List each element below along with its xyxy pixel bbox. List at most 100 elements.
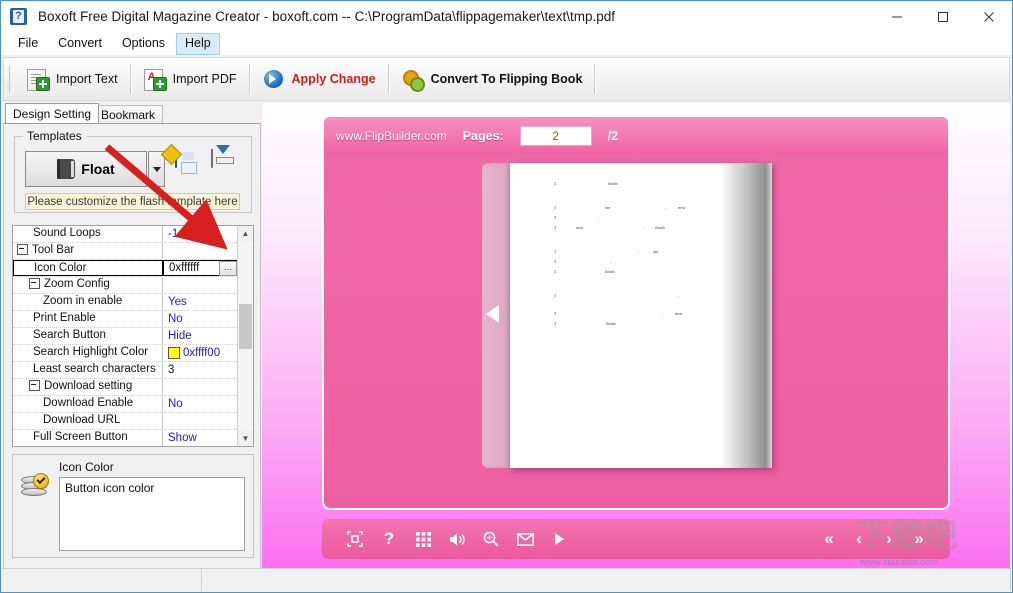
property-value[interactable]: Hide — [163, 328, 239, 344]
scroll-down-icon[interactable]: ▼ — [238, 431, 253, 446]
menu-bar: File Convert Options Help — [1, 32, 1012, 55]
property-value[interactable]: No — [163, 311, 239, 327]
save-template-button[interactable] — [175, 150, 203, 178]
property-grid-rows: Sound Loops -1 Tool Bar Icon Color 0xffffff …… — [13, 226, 239, 447]
chevron-down-icon — [153, 167, 161, 172]
template-select[interactable]: Float — [25, 151, 147, 187]
property-value[interactable]: 0xffff00 — [163, 345, 239, 361]
property-name: Full Screen Button — [13, 430, 163, 446]
close-button[interactable] — [966, 1, 1012, 32]
menu-file[interactable]: File — [9, 33, 47, 55]
book-right-page[interactable]: 3finish1see,next3,3next,finish1,see3,3fi… — [510, 163, 772, 468]
property-row[interactable]: Full Screen ButtonShow — [13, 430, 239, 447]
property-name-label: Download URL — [43, 414, 120, 426]
tab-bookmark[interactable]: Bookmark — [93, 105, 163, 123]
property-value[interactable]: 0xffffff … — [163, 260, 239, 276]
page-text-fragment: , — [665, 205, 666, 210]
property-name-label: Download Enable — [43, 397, 133, 409]
property-row[interactable]: Sound Loops -1 — [13, 226, 239, 243]
flipbook-toolbar: ? — [322, 519, 950, 559]
convert-to-flipping-book-button[interactable]: Convert To Flipping Book — [392, 62, 593, 96]
minimize-button[interactable] — [874, 1, 920, 32]
import-pdf-button[interactable]: Import PDF — [134, 62, 247, 96]
thumbnails-icon[interactable] — [406, 519, 440, 559]
gears-icon — [402, 68, 424, 90]
menu-options[interactable]: Options — [113, 33, 174, 55]
book-icon — [57, 159, 75, 179]
prev-page-icon[interactable]: ‹ — [844, 519, 874, 559]
property-name-label: Tool Bar — [32, 244, 74, 256]
page-text-fragment: 3 — [554, 215, 556, 220]
fullscreen-icon[interactable] — [338, 519, 372, 559]
apply-change-button[interactable]: Apply Change — [253, 62, 386, 96]
page-text-fragment: , — [638, 249, 639, 254]
property-value-label: Yes — [168, 295, 187, 310]
design-setting-tab-body: Templates Float Please customize the fla… — [3, 123, 261, 569]
import-text-button[interactable]: Import Text — [17, 62, 128, 96]
page-number-input[interactable]: 2 — [520, 126, 592, 146]
property-value[interactable]: 3 — [163, 362, 239, 378]
triangle-left-icon[interactable] — [486, 305, 499, 323]
property-row[interactable]: Search Button Hide — [13, 328, 239, 345]
maximize-button[interactable] — [920, 1, 966, 32]
first-page-icon[interactable]: « — [814, 519, 844, 559]
apply-change-label: Apply Change — [292, 72, 376, 86]
property-grid[interactable]: Sound Loops -1 Tool Bar Icon Color 0xffffff …… — [12, 225, 254, 447]
property-row[interactable]: Download Enable No — [13, 396, 239, 413]
app-icon — [10, 8, 27, 25]
property-name-label: Icon Color — [34, 262, 86, 274]
property-row[interactable]: Tool Bar — [13, 243, 239, 260]
property-value-label: 0xffffff — [169, 261, 199, 276]
autoplay-icon[interactable] — [542, 519, 576, 559]
load-template-icon — [211, 149, 213, 168]
import-pdf-label: Import PDF — [173, 72, 237, 86]
title-bar: Boxoft Free Digital Magazine Creator - b… — [1, 1, 1012, 32]
scrollbar-thumb[interactable] — [239, 304, 252, 349]
tab-design-setting[interactable]: Design Setting — [5, 103, 99, 123]
property-value[interactable] — [163, 413, 239, 429]
color-swatch-icon — [168, 347, 180, 359]
zoom-in-icon[interactable] — [474, 519, 508, 559]
open-color-picker-button[interactable]: … — [219, 261, 237, 276]
load-template-button[interactable] — [211, 150, 239, 178]
property-row[interactable]: Icon Color 0xffffff … — [13, 260, 239, 277]
menu-convert[interactable]: Convert — [49, 33, 111, 55]
property-value[interactable] — [163, 379, 239, 395]
toolbar-grip[interactable] — [9, 66, 14, 92]
scroll-up-icon[interactable]: ▲ — [238, 226, 253, 241]
property-grid-scrollbar[interactable]: ▲ ▼ — [237, 226, 253, 446]
email-icon[interactable] — [508, 519, 542, 559]
brand-label[interactable]: www.FlipBuilder.com — [336, 129, 447, 143]
property-name: Zoom in enable — [13, 294, 163, 310]
collapse-expander-icon[interactable] — [29, 380, 40, 391]
property-value[interactable]: Yes — [163, 294, 239, 310]
property-value-label: -1 — [168, 227, 178, 242]
property-value-label: 0xffff00 — [183, 346, 220, 361]
property-row[interactable]: Zoom Config — [13, 277, 239, 294]
collapse-expander-icon[interactable] — [29, 278, 40, 289]
property-value[interactable]: Show — [163, 430, 239, 446]
property-row[interactable]: Search Highlight Color0xffff00 — [13, 345, 239, 362]
property-row[interactable]: Zoom in enable Yes — [13, 294, 239, 311]
last-page-icon[interactable]: » — [904, 519, 934, 559]
property-row[interactable]: Download setting — [13, 379, 239, 396]
flipbook-stage: www.FlipBuilder.com Pages: 2 /2 3finish1… — [322, 115, 950, 510]
collapse-expander-icon[interactable] — [17, 244, 28, 255]
property-value-label: Hide — [168, 329, 192, 344]
property-name: Search Button — [13, 328, 163, 344]
sound-icon[interactable] — [440, 519, 474, 559]
property-row[interactable]: Download URL — [13, 413, 239, 430]
property-row[interactable]: Least search characters3 — [13, 362, 239, 379]
property-name: Sound Loops — [13, 226, 163, 242]
property-value[interactable] — [163, 243, 239, 259]
next-page-icon[interactable]: › — [874, 519, 904, 559]
property-row[interactable]: Print EnableNo — [13, 311, 239, 328]
property-value[interactable]: No — [163, 396, 239, 412]
property-value[interactable] — [163, 277, 239, 293]
page-text-fragment: 3 — [554, 269, 556, 274]
help-icon[interactable]: ? — [372, 519, 406, 559]
page-text-fragment: 3 — [554, 311, 556, 316]
property-value[interactable]: -1 — [163, 226, 239, 242]
page-text-fragment: 3 — [554, 321, 556, 326]
menu-help[interactable]: Help — [176, 33, 220, 55]
